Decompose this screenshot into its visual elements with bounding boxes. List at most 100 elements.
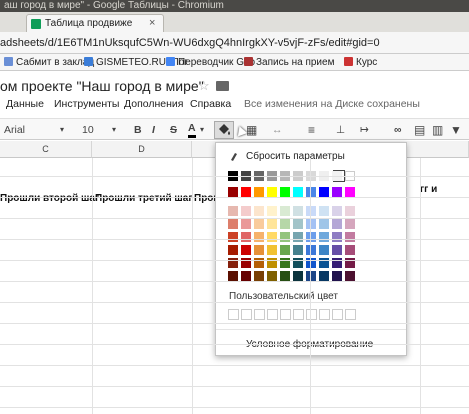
color-swatch[interactable] [267, 219, 277, 229]
color-swatch[interactable] [241, 219, 251, 229]
comment-icon[interactable]: ▤ [414, 122, 425, 138]
bookmark-item[interactable]: Сабмит в заклад [4, 56, 94, 69]
color-swatch[interactable] [228, 219, 238, 229]
borders-icon[interactable]: ▦ [246, 122, 257, 138]
custom-color-slot[interactable] [228, 309, 239, 320]
font-family-dropdown-icon[interactable]: ▾ [60, 122, 64, 138]
color-swatch[interactable] [332, 187, 342, 197]
custom-color-slot[interactable] [241, 309, 252, 320]
menu-help[interactable]: Справка [190, 98, 231, 110]
color-swatch[interactable] [241, 187, 251, 197]
color-swatch[interactable] [332, 219, 342, 229]
merge-cells-icon[interactable]: ↔ [272, 122, 283, 138]
color-swatch[interactable] [267, 206, 277, 216]
color-swatch[interactable] [293, 219, 303, 229]
color-swatch[interactable] [241, 245, 251, 255]
color-swatch[interactable] [319, 245, 329, 255]
star-icon[interactable]: ☆ [198, 78, 210, 94]
color-swatch[interactable] [306, 245, 316, 255]
reset-parameters-option[interactable]: Сбросить параметры [246, 151, 345, 162]
color-swatch[interactable] [280, 245, 290, 255]
color-swatch[interactable] [280, 206, 290, 216]
custom-color-slot[interactable] [267, 309, 278, 320]
color-swatch[interactable] [241, 232, 251, 242]
color-swatch[interactable] [345, 245, 355, 255]
text-color-button[interactable]: A [188, 122, 196, 138]
align-left-icon[interactable]: ≡ [308, 122, 315, 138]
address-bar[interactable]: adsheets/d/1E6TM1nUksqufC5Wn-WU6dxgQ4hnI… [0, 32, 469, 54]
folder-icon[interactable] [216, 81, 229, 91]
url-text[interactable]: adsheets/d/1E6TM1nUksqufC5Wn-WU6dxgQ4hnI… [0, 36, 469, 51]
color-swatch[interactable] [306, 219, 316, 229]
bookmark-item[interactable]: Переводчик Goo [166, 56, 255, 69]
strikethrough-button[interactable]: S [170, 122, 177, 138]
color-swatch[interactable] [228, 206, 238, 216]
color-swatch[interactable] [254, 245, 264, 255]
text-color-dropdown-icon[interactable]: ▾ [200, 122, 204, 138]
custom-color-slot[interactable] [345, 309, 356, 320]
color-swatch[interactable] [306, 232, 316, 242]
bookmark-item[interactable]: Курс [344, 56, 377, 69]
color-swatch[interactable] [332, 206, 342, 216]
italic-button[interactable]: I [152, 122, 155, 138]
color-swatch[interactable] [228, 187, 238, 197]
color-swatch[interactable] [293, 187, 303, 197]
color-swatch[interactable] [345, 206, 355, 216]
color-swatch[interactable] [332, 271, 342, 281]
color-swatch[interactable] [332, 232, 342, 242]
color-swatch[interactable] [228, 271, 238, 281]
bold-button[interactable]: B [134, 122, 142, 138]
link-icon[interactable]: ∞ [394, 122, 402, 138]
tab-close-icon[interactable]: × [149, 15, 155, 32]
color-swatch[interactable] [280, 187, 290, 197]
color-swatch[interactable] [254, 232, 264, 242]
cell-header-fragment[interactable]: гг и [420, 184, 437, 195]
column-header-c[interactable]: C [0, 141, 92, 158]
color-swatch[interactable] [228, 245, 238, 255]
column-header-d[interactable]: D [92, 141, 192, 158]
font-size-dropdown-icon[interactable]: ▾ [112, 122, 116, 138]
color-swatch[interactable] [280, 232, 290, 242]
color-swatch[interactable] [306, 187, 316, 197]
cell-header-second-step[interactable]: Прошли второй шаг [0, 193, 99, 204]
color-swatch[interactable] [228, 232, 238, 242]
color-swatch[interactable] [319, 219, 329, 229]
custom-color-slot[interactable] [306, 309, 317, 320]
menu-data[interactable]: Данные [6, 98, 44, 110]
color-swatch[interactable] [267, 232, 277, 242]
browser-tab[interactable]: Таблица продвиже × [26, 14, 164, 32]
color-swatch[interactable] [254, 219, 264, 229]
filter-icon[interactable]: ▼ [450, 122, 462, 138]
document-title[interactable]: ом проекте "Наш город в мире" [0, 78, 204, 94]
custom-color-slot[interactable] [293, 309, 304, 320]
color-swatch[interactable] [267, 245, 277, 255]
color-swatch[interactable] [293, 245, 303, 255]
color-swatch[interactable] [254, 206, 264, 216]
font-size-select[interactable]: 10 [82, 122, 94, 138]
text-wrap-icon[interactable]: ↦ [360, 122, 369, 138]
font-family-select[interactable]: Arial [4, 122, 25, 138]
color-swatch[interactable] [345, 271, 355, 281]
cell-header-third-step[interactable]: Прошли третий шаг [95, 193, 193, 204]
color-swatch[interactable] [319, 187, 329, 197]
chart-icon[interactable]: ▥ [432, 122, 443, 138]
color-swatch[interactable] [306, 206, 316, 216]
custom-color-slot[interactable] [332, 309, 343, 320]
color-swatch[interactable] [345, 219, 355, 229]
color-swatch[interactable] [280, 219, 290, 229]
color-swatch[interactable] [241, 206, 251, 216]
color-swatch[interactable] [306, 271, 316, 281]
menu-addons[interactable]: Дополнения [124, 98, 183, 110]
color-swatch[interactable] [241, 271, 251, 281]
valign-bottom-icon[interactable]: ⊥ [336, 122, 345, 138]
color-swatch[interactable] [345, 187, 355, 197]
custom-color-slot[interactable] [254, 309, 265, 320]
color-swatch[interactable] [345, 232, 355, 242]
color-swatch[interactable] [254, 187, 264, 197]
custom-color-slot[interactable] [319, 309, 330, 320]
color-swatch[interactable] [280, 271, 290, 281]
color-swatch[interactable] [254, 271, 264, 281]
color-swatch[interactable] [267, 187, 277, 197]
color-swatch[interactable] [319, 232, 329, 242]
fill-color-button[interactable] [214, 121, 234, 139]
